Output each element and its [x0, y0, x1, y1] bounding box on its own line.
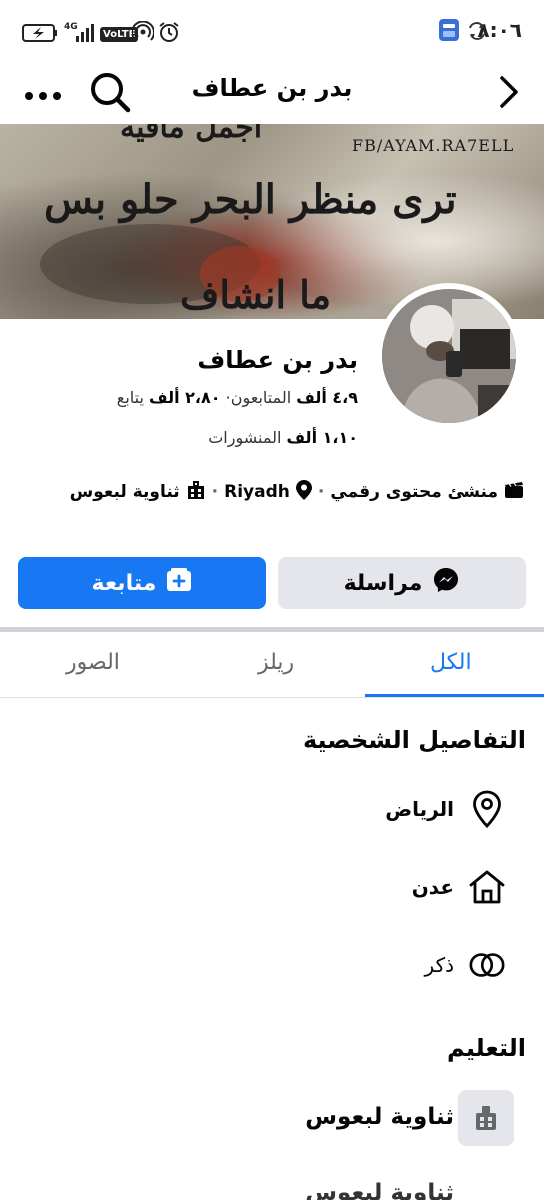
profile-posts: ١،١٠ ألف المنشورات [208, 428, 358, 447]
hotspot-icon [131, 20, 155, 47]
detail-gender: ذكر [425, 946, 506, 984]
profile-header: بدر بن عطاف [0, 62, 544, 124]
followers-count[interactable]: ٤،٩ ألف [296, 388, 358, 407]
tabs-border [0, 697, 544, 698]
tab-reels[interactable]: ريلز [258, 650, 294, 675]
education-title: التعليم [447, 1034, 526, 1062]
search-icon[interactable] [88, 70, 132, 118]
follow-add-icon [166, 568, 192, 598]
sync-icon [466, 21, 488, 45]
detail-city: الرياض [385, 790, 506, 828]
following-count[interactable]: ٢،٨٠ ألف [149, 388, 221, 407]
hometown-text: عدن [411, 875, 454, 899]
cover-top-text: اجمل مافيه [120, 124, 263, 145]
gender-text: ذكر [424, 953, 454, 977]
tab-all[interactable]: الكل [430, 650, 472, 675]
message-button-label: مراسلة [343, 570, 423, 596]
profile-name: بدر بن عطاف [197, 346, 358, 374]
tab-photos[interactable]: الصور [66, 650, 120, 675]
posts-label: المنشورات [208, 428, 282, 447]
section-divider [0, 627, 544, 632]
separator-dot: · [317, 482, 325, 502]
profile-category: منشئ محتوى رقمي [330, 482, 498, 502]
cover-watermark: FB/AYAM.RA7ELL [352, 136, 515, 155]
follow-button-label: متابعة [91, 570, 157, 596]
more-icon[interactable] [24, 86, 64, 105]
education-school[interactable]: ثناوية لبعوس [305, 1104, 454, 1130]
svg-text:4G: 4G [64, 22, 78, 32]
follow-button[interactable]: متابعة [18, 557, 266, 609]
detail-hometown: عدن [412, 868, 506, 906]
followers-label[interactable]: المتابعون [231, 388, 291, 407]
status-bar: ٨:٠٦ 4G VoLTE [0, 0, 544, 62]
separator-dot-2: · [211, 482, 219, 502]
profile-location: Riyadh [224, 482, 290, 502]
messenger-icon [432, 566, 460, 600]
personal-details-title: التفاصيل الشخصية [302, 726, 526, 754]
alarm-icon [158, 21, 180, 47]
location-pin-icon [295, 479, 312, 505]
city-text: الرياض [385, 797, 454, 821]
profile-school: ثناوية لبعوس [69, 482, 180, 502]
school-building-icon [186, 480, 206, 505]
page-title: بدر بن عطاف [191, 74, 353, 102]
clapper-icon [504, 481, 524, 504]
charging-icon [22, 24, 58, 46]
profile-avatar[interactable] [376, 283, 522, 429]
message-button[interactable]: مراسلة [278, 557, 526, 609]
cover-main-text: ترى منظر البحر حلو بس [44, 176, 457, 223]
cover-bottom-text: ما انشاف [180, 272, 332, 317]
signal-icon: 4G [64, 20, 94, 48]
home-icon [468, 868, 506, 906]
posts-count: ١،١٠ ألف [286, 428, 359, 447]
back-arrow-icon[interactable] [496, 74, 524, 114]
location-pin-icon [468, 790, 506, 828]
education-school-cutoff: ثناوية لبعوس [305, 1180, 454, 1200]
profile-intro-line: منشئ محتوى رقمي · Riyadh · ثناوية لبعوس [70, 479, 524, 505]
following-label[interactable]: يتابع [117, 388, 144, 407]
app-notification-icon [438, 18, 460, 46]
avatar-photo [382, 289, 516, 423]
school-building-icon [458, 1090, 514, 1146]
profile-stats: ٤،٩ ألف المتابعون· ٢،٨٠ ألف يتابع [116, 388, 358, 407]
gender-rings-icon [468, 946, 506, 984]
